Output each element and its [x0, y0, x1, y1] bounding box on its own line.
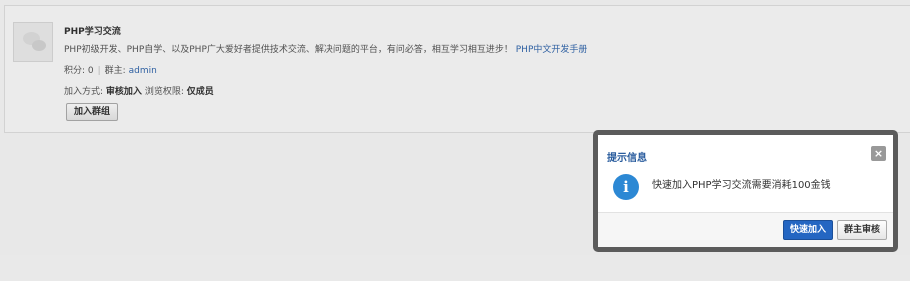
owner-review-button[interactable]: 群主审核 — [836, 220, 887, 240]
dialog-message: 快速加入PHP学习交流需要消耗100金钱 — [652, 180, 831, 191]
dialog-footer: 快速加入 群主审核 — [598, 212, 893, 247]
close-icon[interactable]: × — [871, 146, 886, 161]
dialog-title: 提示信息 — [607, 153, 647, 164]
quick-join-button[interactable]: 快速加入 — [782, 220, 833, 240]
prompt-dialog: 提示信息 × i 快速加入PHP学习交流需要消耗100金钱 快速加入 群主审核 — [598, 135, 893, 247]
info-icon: i — [613, 174, 639, 200]
dialog-frame: 提示信息 × i 快速加入PHP学习交流需要消耗100金钱 快速加入 群主审核 — [593, 130, 898, 252]
